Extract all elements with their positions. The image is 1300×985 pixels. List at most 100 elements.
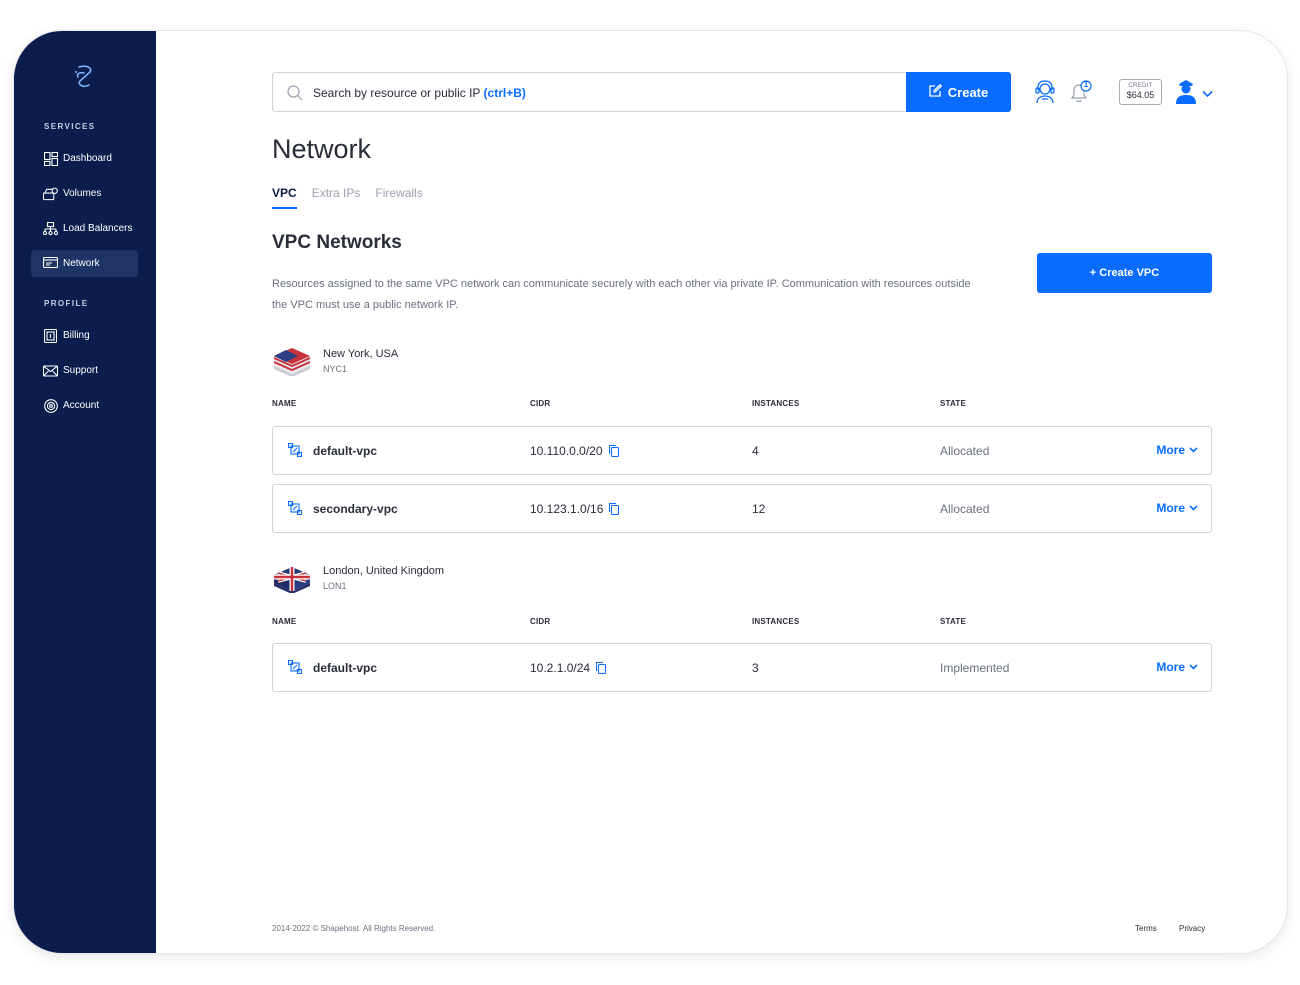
sidebar-item-label: Load Balancers	[63, 223, 133, 234]
sidebar-item-label: Account	[63, 400, 100, 411]
credit-badge[interactable]: CREDIT $64.05	[1119, 79, 1162, 105]
column-header-name: NAME	[272, 617, 297, 626]
copy-icon[interactable]	[609, 503, 620, 515]
search-icon	[287, 85, 303, 106]
tab-extra-ips[interactable]: Extra IPs	[312, 186, 361, 209]
notification-badge: 1	[1083, 80, 1089, 89]
column-header-name: NAME	[272, 399, 297, 408]
uk-flag-icon	[274, 567, 310, 593]
credit-label: CREDIT	[1128, 83, 1153, 89]
create-vpc-button[interactable]: + Create VPC	[1037, 253, 1212, 293]
more-dropdown[interactable]: More	[1156, 660, 1198, 674]
vpc-state: Implemented	[940, 661, 1010, 675]
section-title: VPC Networks	[272, 232, 402, 253]
more-dropdown[interactable]: More	[1156, 501, 1198, 515]
tab-bar: VPC Extra IPs Firewalls	[272, 186, 423, 209]
network-icon	[43, 256, 58, 271]
sidebar: SERVICES Dashboard Volumes Load Balancer…	[14, 31, 156, 953]
vpc-cidr: 10.2.1.0/24	[530, 661, 607, 675]
load-balancer-icon	[43, 221, 58, 236]
vpc-icon	[287, 500, 303, 520]
user-avatar-icon	[1174, 78, 1198, 109]
region-name: New York, USA	[323, 348, 399, 360]
table-row[interactable]: secondary-vpc 10.123.1.0/16 12 Allocated…	[272, 484, 1212, 533]
vpc-icon	[287, 659, 303, 679]
more-label: More	[1156, 501, 1185, 515]
vpc-state: Allocated	[940, 502, 990, 516]
vpc-instances: 3	[752, 661, 759, 675]
bell-icon[interactable]: 1	[1067, 80, 1093, 109]
billing-icon	[43, 328, 58, 343]
profile-heading: PROFILE	[44, 299, 89, 308]
sidebar-item-dashboard[interactable]: Dashboard	[31, 145, 138, 172]
copy-icon[interactable]	[596, 662, 607, 674]
footer-copyright: 2014-2022 © Shapehost. All Rights Reserv…	[272, 924, 436, 933]
vpc-instances: 4	[752, 444, 759, 458]
region-name: London, United Kingdom	[323, 565, 445, 577]
tab-vpc[interactable]: VPC	[272, 186, 297, 209]
region-code: NYC1	[323, 364, 348, 374]
sidebar-item-support[interactable]: Support	[31, 357, 138, 384]
vpc-cidr: 10.110.0.0/20	[530, 444, 619, 458]
sidebar-item-network[interactable]: Network	[31, 250, 138, 277]
cidr-value: 10.110.0.0/20	[530, 444, 603, 458]
table-row[interactable]: default-vpc 10.110.0.0/20 4 Allocated Mo…	[272, 426, 1212, 475]
tab-firewalls[interactable]: Firewalls	[375, 186, 422, 209]
copy-icon[interactable]	[608, 445, 619, 457]
dashboard-icon	[43, 151, 58, 166]
search-placeholder: Search by resource or public IP	[313, 86, 481, 100]
sidebar-item-label: Support	[63, 365, 99, 376]
chevron-down-icon	[1189, 447, 1198, 453]
footer-privacy-link[interactable]: Privacy	[1179, 924, 1205, 933]
vpc-state: Allocated	[940, 444, 990, 458]
vpc-name[interactable]: default-vpc	[313, 661, 377, 675]
create-button[interactable]: Create	[906, 72, 1011, 112]
user-menu[interactable]	[1174, 78, 1213, 109]
more-dropdown[interactable]: More	[1156, 443, 1198, 457]
vpc-name[interactable]: default-vpc	[313, 444, 377, 458]
chevron-down-icon	[1189, 505, 1198, 511]
sidebar-item-account[interactable]: Account	[31, 392, 138, 419]
services-heading: SERVICES	[44, 122, 96, 131]
column-header-cidr: CIDR	[530, 617, 551, 626]
vpc-icon	[287, 442, 303, 462]
edit-icon	[929, 83, 942, 100]
sidebar-item-label: Volumes	[63, 188, 102, 199]
footer-terms-link[interactable]: Terms	[1135, 924, 1157, 933]
chevron-down-icon	[1202, 85, 1213, 103]
column-header-cidr: CIDR	[530, 399, 551, 408]
us-flag-icon	[273, 348, 311, 376]
section-description: Resources assigned to the same VPC netwo…	[272, 278, 971, 311]
chevron-down-icon	[1189, 664, 1198, 670]
column-header-state: STATE	[940, 617, 967, 626]
sidebar-item-load-balancers[interactable]: Load Balancers	[31, 215, 138, 242]
table-row[interactable]: default-vpc 10.2.1.0/24 3 Implemented Mo…	[272, 643, 1212, 692]
region-code: LON1	[323, 581, 347, 591]
sidebar-item-label: Billing	[63, 330, 90, 341]
sidebar-item-label: Network	[63, 258, 100, 269]
cidr-value: 10.123.1.0/16	[530, 502, 604, 516]
create-button-label: Create	[947, 84, 989, 100]
support-icon	[43, 363, 58, 378]
support-agent-icon[interactable]	[1033, 80, 1057, 109]
search-bar[interactable]: Search by resource or public IP (ctrl+B)	[272, 72, 1011, 112]
account-icon	[43, 398, 58, 413]
more-label: More	[1156, 443, 1185, 457]
volumes-icon	[43, 186, 58, 201]
search-input[interactable]: Search by resource or public IP (ctrl+B)	[313, 86, 526, 100]
sidebar-item-label: Dashboard	[63, 153, 112, 164]
more-label: More	[1156, 660, 1185, 674]
sidebar-item-billing[interactable]: Billing	[31, 322, 138, 349]
page-title: Network	[272, 134, 372, 164]
vpc-instances: 12	[752, 502, 766, 516]
search-shortcut-hint: (ctrl+B)	[483, 86, 526, 100]
cidr-value: 10.2.1.0/24	[530, 661, 591, 675]
column-header-instances: INSTANCES	[752, 617, 800, 626]
column-header-instances: INSTANCES	[752, 399, 800, 408]
app-window: SERVICES Dashboard Volumes Load Balancer…	[14, 31, 1287, 953]
vpc-cidr: 10.123.1.0/16	[530, 502, 620, 516]
vpc-name[interactable]: secondary-vpc	[313, 502, 398, 516]
brand-logo[interactable]	[72, 64, 96, 90]
sidebar-item-volumes[interactable]: Volumes	[31, 180, 138, 207]
credit-value: $64.05	[1126, 90, 1155, 100]
